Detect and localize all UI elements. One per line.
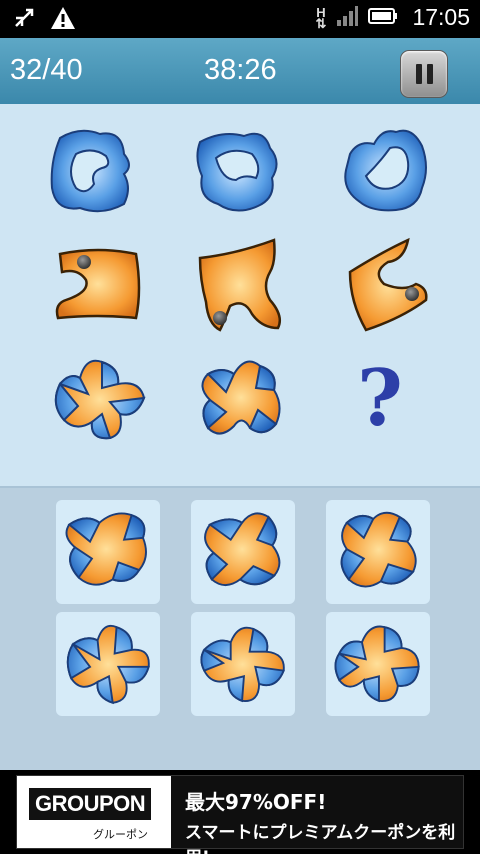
pause-icon [415, 64, 422, 84]
choice-tile-6[interactable] [326, 612, 430, 716]
blue-ring-shape-3 [344, 129, 427, 212]
star-puzzle-shape-1 [54, 359, 146, 440]
star-puzzle-shape-2 [201, 360, 281, 435]
ad-banner-content[interactable]: GROUPON グルーポン 最大97%OFF! スマートにプレミアムクーポンを利… [16, 775, 464, 854]
battery-icon [368, 7, 398, 29]
missing-piece-question-mark: ? [357, 353, 403, 444]
clock: 17:05 [412, 4, 470, 30]
game-header: 32/40 38:26 [0, 38, 480, 104]
puzzle-grid: ? [0, 104, 480, 488]
choice-5-shape [200, 626, 285, 703]
choice-6-shape [334, 625, 420, 703]
answer-choices [0, 488, 480, 760]
choice-tile-3[interactable] [326, 500, 430, 604]
choice-4-shape [66, 624, 150, 705]
orange-dot-shape-1 [55, 248, 141, 320]
choice-tile-1[interactable] [56, 500, 160, 604]
network-hplus-icon: H ⇅ [315, 4, 327, 31]
ad-banner[interactable]: GROUPON グルーポン 最大97%OFF! スマートにプレミアムクーポンを利… [0, 770, 480, 854]
app-screen: H ⇅ 17:05 32/40 38:26 ? GROUPON グルーポン 最大… [0, 0, 480, 854]
choice-tile-2[interactable] [191, 500, 295, 604]
choice-1-shape [65, 512, 147, 586]
choice-3-shape [340, 511, 417, 588]
ad-headline: 最大97%OFF! [185, 790, 327, 814]
signal-icon [336, 5, 359, 31]
usb-debug-icon [12, 6, 36, 34]
orange-dot-shape-3 [348, 237, 428, 332]
groupon-logo-kana: グルーポン [93, 828, 148, 841]
choice-tile-4[interactable] [56, 612, 160, 716]
countdown-timer: 38:26 [204, 54, 277, 86]
ad-subline: スマートにプレミアムクーポンを利用! [185, 823, 456, 854]
status-bar: H ⇅ 17:05 [0, 0, 480, 38]
blue-ring-shape-1 [50, 129, 130, 213]
score-counter: 32/40 [10, 54, 83, 86]
blue-ring-shape-2 [196, 132, 278, 212]
groupon-logo-text: GROUPON [29, 788, 152, 820]
orange-dot-shape-2 [198, 238, 281, 332]
choice-2-shape [204, 512, 281, 587]
groupon-logo: GROUPON グルーポン [17, 776, 171, 848]
warning-icon [50, 6, 76, 34]
pause-button[interactable] [400, 50, 448, 98]
choice-tile-5[interactable] [191, 612, 295, 716]
